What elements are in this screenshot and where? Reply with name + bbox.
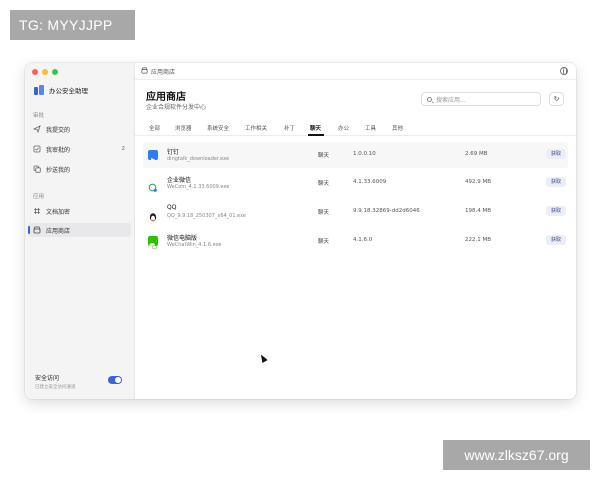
- tab-browser[interactable]: 浏览器: [175, 124, 192, 132]
- sidebar-item-label: 抄送我的: [46, 166, 71, 174]
- window-controls: [32, 69, 58, 75]
- app-name: 钉钉: [167, 149, 180, 156]
- wechat-icon: [148, 236, 158, 250]
- sidebar: 办公安全助理 审批 我提交的 我审批的 2 抄送我的 应用 文档加密 应用商店 …: [25, 63, 135, 399]
- count-badge: 2: [121, 146, 126, 152]
- section-label-approval: 审批: [33, 113, 45, 119]
- app-size: 198.4 MB: [465, 208, 492, 214]
- brand-logo-icon: [34, 85, 44, 95]
- app-name: 微信电脑版: [167, 235, 198, 242]
- search-icon: [427, 96, 432, 102]
- app-row[interactable]: 企业微信 WeCom_4.1.33.6009.exe 聊天 4.1.33.600…: [143, 170, 568, 196]
- sidebar-item-submitted[interactable]: 我提交的: [28, 122, 131, 136]
- tab-system-security[interactable]: 系统安全: [207, 124, 229, 132]
- app-row[interactable]: 微信电脑版 WeChatWin_4.1.6.exe 聊天 4.1.6.0 222…: [143, 228, 568, 254]
- tab-work[interactable]: 工作相关: [245, 124, 267, 132]
- sidebar-item-label: 文档加密: [46, 208, 71, 216]
- get-button[interactable]: 获取: [546, 177, 566, 187]
- sidebar-item-label: 我提交的: [46, 126, 71, 134]
- refresh-icon: ↻: [553, 95, 560, 103]
- get-button[interactable]: 获取: [546, 206, 566, 216]
- section-label-apps: 应用: [33, 194, 45, 200]
- tab-office[interactable]: 办公: [338, 124, 349, 132]
- app-window: 办公安全助理 审批 我提交的 我审批的 2 抄送我的 应用 文档加密 应用商店 …: [25, 63, 576, 399]
- watermark-top: TG: MYYJJPP: [10, 10, 135, 40]
- app-version: 4.1.33.6009: [353, 179, 387, 185]
- app-category: 聊天: [318, 181, 330, 187]
- brand-name: 办公安全助理: [49, 87, 88, 95]
- secure-access-toggle[interactable]: [108, 376, 122, 384]
- app-size: 2.69 MB: [465, 151, 488, 157]
- app-name: QQ: [167, 204, 177, 211]
- sidebar-item-doc-encrypt[interactable]: 文档加密: [28, 204, 131, 218]
- app-filename: QQ_9.9.18_250307_x64_01.exe: [167, 213, 247, 219]
- category-tabs: 全部 浏览器 系统安全 工作相关 补丁 聊天 办公 工具 其他: [135, 121, 576, 136]
- app-row[interactable]: 钉钉 dingtalk_downloader.exe 聊天 1.0.0.10 2…: [143, 142, 568, 168]
- tab-chat[interactable]: 聊天: [310, 124, 321, 132]
- dingtalk-icon: [148, 150, 158, 163]
- copy-icon: [33, 165, 41, 173]
- get-button[interactable]: 获取: [546, 149, 566, 159]
- secure-access: 安全访问 已建立安全访问通道: [35, 373, 76, 390]
- tab-tools[interactable]: 工具: [365, 124, 376, 132]
- app-filename: dingtalk_downloader.exe: [167, 156, 230, 162]
- app-size: 492.9 MB: [465, 179, 492, 185]
- qq-penguin-icon: [148, 207, 158, 222]
- secure-access-subtitle: 已建立安全访问通道: [35, 385, 76, 390]
- app-category: 聊天: [318, 153, 330, 159]
- send-icon: [33, 125, 41, 133]
- store-icon: [141, 67, 148, 76]
- globe-icon[interactable]: [560, 67, 568, 75]
- tab-other[interactable]: 其他: [392, 124, 403, 132]
- sidebar-item-label: 我审批的: [46, 146, 71, 154]
- app-version: 9.9.18.32869-dd2d6046: [353, 208, 420, 214]
- page-subtitle: 企业合规软件分发中心: [146, 104, 207, 111]
- topbar-title-text: 应用商店: [151, 69, 176, 76]
- close-window-button[interactable]: [32, 69, 38, 75]
- refresh-button[interactable]: ↻: [549, 92, 564, 106]
- app-size: 222.1 MB: [465, 237, 492, 243]
- app-version: 1.0.0.10: [353, 151, 376, 157]
- secure-access-title: 安全访问: [35, 375, 60, 382]
- app-category: 聊天: [318, 239, 330, 245]
- topbar-title: 应用商店: [141, 67, 175, 76]
- store-icon: [33, 226, 41, 234]
- tab-all[interactable]: 全部: [149, 124, 160, 132]
- main-content: 应用商店 应用商店 企业合规软件分发中心 搜索应用... ↻ 全部 浏览器 系统…: [135, 63, 576, 399]
- sidebar-item-approving[interactable]: 我审批的 2: [28, 142, 131, 156]
- app-version: 4.1.6.0: [353, 237, 373, 243]
- get-button[interactable]: 获取: [546, 235, 566, 245]
- sidebar-item-cc[interactable]: 抄送我的: [28, 162, 131, 176]
- app-filename: WeChatWin_4.1.6.exe: [167, 242, 222, 248]
- topbar: 应用商店: [135, 63, 576, 80]
- app-filename: WeCom_4.1.33.6009.exe: [167, 184, 230, 190]
- wecom-icon: [148, 178, 158, 192]
- app-name: 企业微信: [167, 177, 192, 184]
- active-tab-indicator: [308, 134, 324, 136]
- check-square-icon: [33, 145, 41, 153]
- grid-icon: [33, 207, 41, 215]
- watermark-bottom: www.zlksz67.org: [443, 440, 590, 470]
- brand: 办公安全助理: [34, 85, 88, 95]
- sidebar-item-app-store[interactable]: 应用商店: [28, 223, 131, 237]
- search-input[interactable]: 搜索应用...: [421, 92, 541, 106]
- zoom-window-button[interactable]: [52, 69, 58, 75]
- page-title: 应用商店: [146, 92, 186, 103]
- sidebar-item-label: 应用商店: [46, 227, 71, 235]
- app-category: 聊天: [318, 210, 330, 216]
- search-placeholder: 搜索应用...: [436, 96, 466, 104]
- minimize-window-button[interactable]: [42, 69, 48, 75]
- tab-patch[interactable]: 补丁: [284, 124, 295, 132]
- app-row[interactable]: QQ QQ_9.9.18_250307_x64_01.exe 聊天 9.9.18…: [143, 199, 568, 225]
